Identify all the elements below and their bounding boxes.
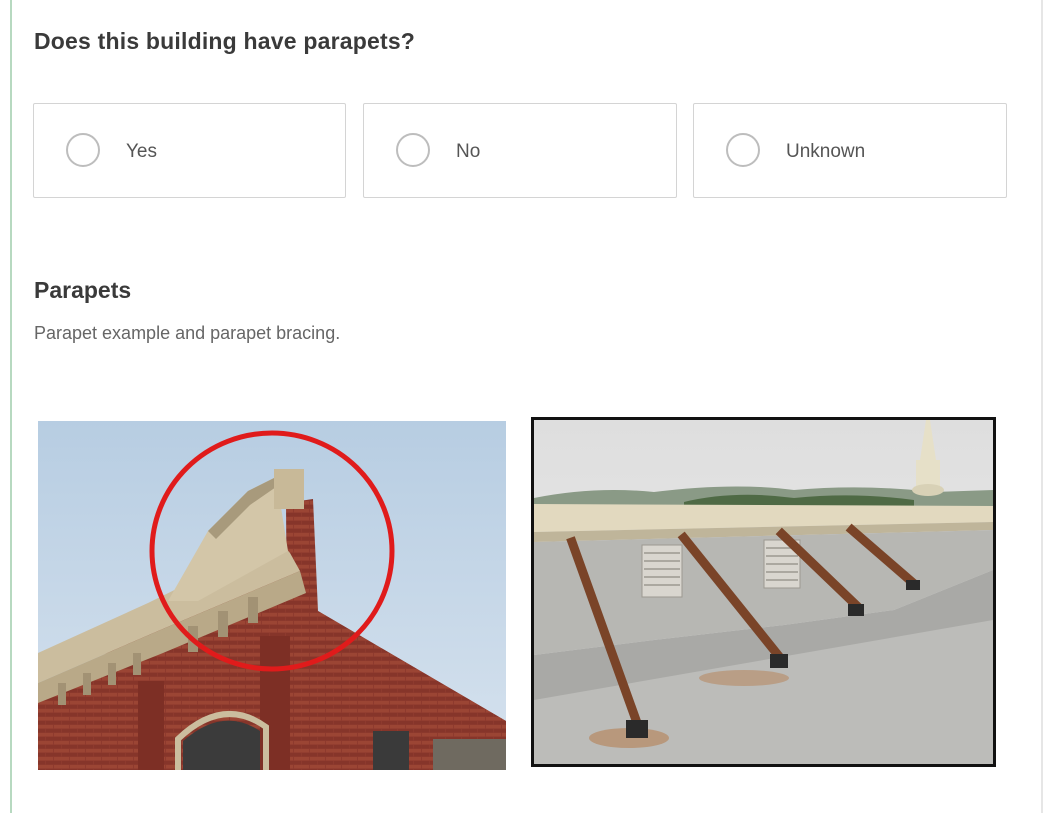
form-left-accent-rule — [10, 0, 12, 813]
radio-circle-icon[interactable] — [396, 133, 430, 167]
question-title: Does this building have parapets? — [34, 28, 416, 54]
option-unknown[interactable]: Unknown — [693, 103, 1007, 198]
radio-circle-icon[interactable] — [726, 133, 760, 167]
survey-page: Does this building have parapets? Yes No… — [0, 0, 1051, 813]
option-yes[interactable]: Yes — [33, 103, 346, 198]
option-label: No — [456, 141, 481, 162]
option-label: Unknown — [786, 141, 866, 162]
radio-circle-icon[interactable] — [66, 133, 100, 167]
option-label: Yes — [126, 141, 157, 162]
section-description: Parapet example and parapet bracing. — [34, 323, 341, 343]
parapet-example-photo — [38, 421, 506, 770]
option-no[interactable]: No — [363, 103, 677, 198]
form-right-border — [1041, 0, 1043, 813]
parapet-example-illustration — [38, 421, 506, 770]
section-title: Parapets — [34, 277, 132, 303]
parapet-bracing-illustration — [534, 420, 993, 764]
parapet-bracing-photo — [531, 417, 996, 767]
